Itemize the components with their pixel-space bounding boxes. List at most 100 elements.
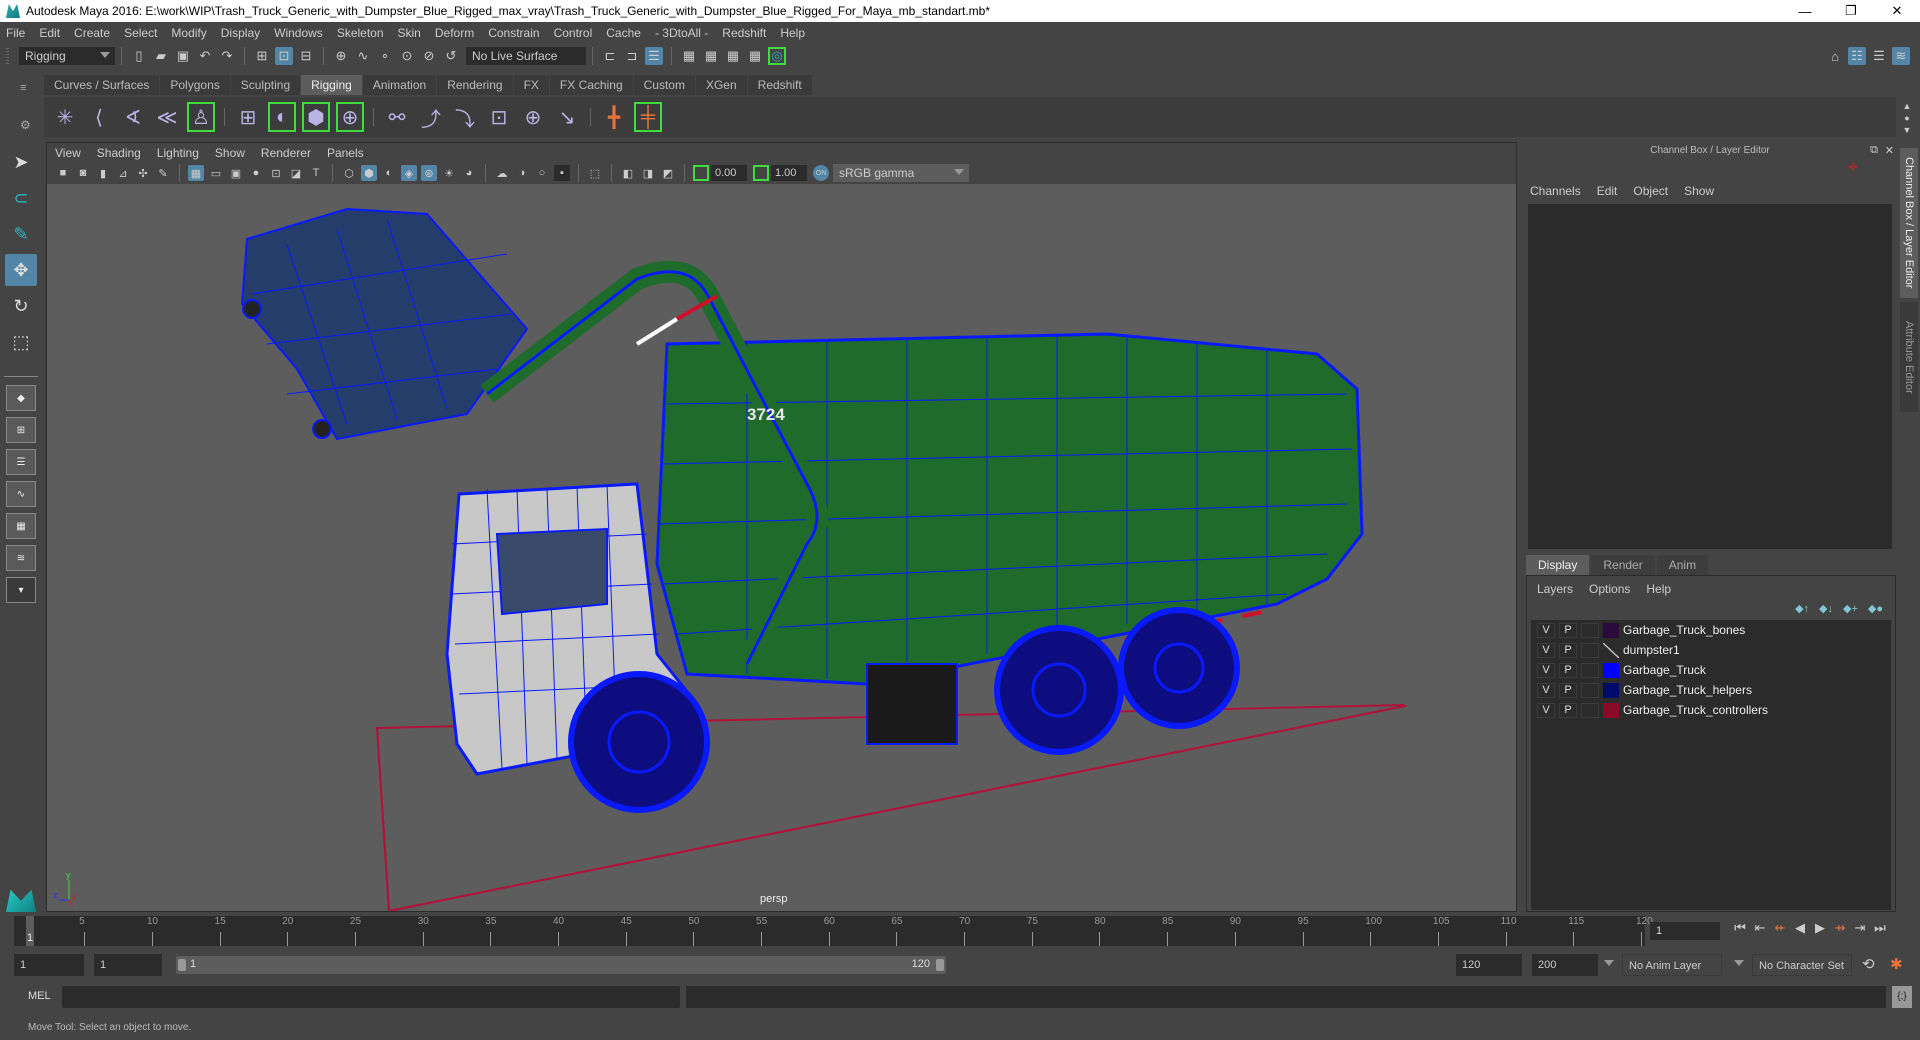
layer-name[interactable]: Garbage_Truck_controllers [1623, 703, 1768, 717]
animation-preferences-icon[interactable]: ✱ [1890, 955, 1903, 973]
layer-row[interactable]: V P Garbage_Truck_helpers [1531, 680, 1891, 700]
shelf-scrollbar[interactable]: ▲ ● ▼ [1900, 100, 1914, 136]
shelf-tab-fx-caching[interactable]: FX Caching [549, 75, 634, 95]
manipulator-icon[interactable]: ✛ [1848, 160, 1858, 174]
anim-layer-dropdown[interactable]: No Anim Layer [1622, 954, 1722, 976]
paint-select-tool-icon[interactable]: ✎ [5, 218, 37, 250]
menu-help[interactable]: Help [780, 26, 805, 40]
channel-menu-edit[interactable]: Edit [1597, 184, 1618, 198]
more-layouts-icon[interactable]: ▾ [6, 577, 36, 603]
playback-toggle[interactable]: P [1559, 682, 1577, 698]
display-type-toggle[interactable] [1581, 642, 1599, 658]
motion-blur-icon[interactable]: ◑ [514, 165, 530, 181]
shelf-tab-animation[interactable]: Animation [362, 75, 438, 95]
menu-redshift[interactable]: Redshift [722, 26, 766, 40]
render-settings-icon[interactable]: ▦ [746, 47, 764, 65]
step-forward-frame-icon[interactable]: ⇸ [1830, 920, 1850, 936]
lattice-icon[interactable]: ⬢ [301, 101, 331, 133]
constraint-locator-icon[interactable]: ╪ [633, 101, 663, 133]
new-empty-layer-icon[interactable]: ◆+ [1843, 602, 1858, 615]
xray-icon[interactable]: ◧ [620, 165, 636, 181]
tool-settings-icon[interactable]: ☰ [1870, 47, 1888, 65]
playback-toggle[interactable]: P [1559, 622, 1577, 638]
layer-color-swatch[interactable] [1603, 682, 1619, 698]
render-current-icon[interactable]: ▦ [702, 47, 720, 65]
step-back-key-icon[interactable]: ⇤ [1750, 920, 1770, 936]
panel-menu-renderer[interactable]: Renderer [261, 146, 311, 160]
persp-graph-layout-icon[interactable]: ∿ [6, 481, 36, 507]
layer-color-swatch[interactable] [1603, 662, 1619, 678]
locator-icon[interactable]: ╋ [599, 101, 629, 133]
maximize-button[interactable]: ❐ [1828, 0, 1874, 22]
layer-color-swatch[interactable] [1603, 622, 1619, 638]
persp-outliner-graph-layout-icon[interactable]: ≋ [6, 545, 36, 571]
move-layer-down-icon[interactable]: ◆↓ [1819, 602, 1833, 615]
start-time-field[interactable]: 1 [14, 954, 84, 976]
snap-view-plane-icon[interactable]: ⊙ [398, 47, 416, 65]
undo-icon[interactable]: ↶ [196, 47, 214, 65]
color-management-toggle-icon[interactable]: ON [813, 165, 829, 181]
wireframe-icon[interactable]: ⬡ [341, 165, 357, 181]
select-component-icon[interactable]: ⊟ [297, 47, 315, 65]
snap-grid-icon[interactable]: ⊕ [332, 47, 350, 65]
exposure-field[interactable]: 0.00 [711, 165, 747, 181]
camera-icon[interactable]: ■ [55, 165, 71, 181]
go-to-end-icon[interactable]: ⏭ [1870, 920, 1890, 936]
single-view-layout-icon[interactable]: ◆ [6, 385, 36, 411]
shelf-settings-icon[interactable]: ⚙ [20, 118, 31, 132]
layer-row[interactable]: V P Garbage_Truck_bones [1531, 620, 1891, 640]
exposure-icon[interactable] [693, 165, 709, 181]
gate-mask-icon[interactable]: ● [248, 165, 264, 181]
pole-vector-icon[interactable]: ↘ [552, 101, 582, 133]
redo-icon[interactable]: ↷ [218, 47, 236, 65]
multisample-aa-icon[interactable]: ○ [534, 165, 550, 181]
panel-menu-view[interactable]: View [55, 146, 81, 160]
scale-tool-icon[interactable]: ⬚ [5, 326, 37, 358]
snap-point-icon[interactable]: ∘ [376, 47, 394, 65]
view-transform-dropdown[interactable]: sRGB gamma [833, 164, 969, 182]
ik-handle-icon[interactable]: ⟨ [84, 101, 114, 133]
layer-row[interactable]: V P Garbage_Truck [1531, 660, 1891, 680]
layer-tab-display[interactable]: Display [1526, 555, 1590, 575]
shelf-tab-redshift[interactable]: Redshift [747, 75, 813, 95]
visibility-toggle[interactable]: V [1537, 662, 1555, 678]
end-time-field[interactable]: 200 [1532, 954, 1598, 976]
ipr-render-icon[interactable]: ▦ [724, 47, 742, 65]
move-tool-icon[interactable]: ✥ [5, 254, 37, 286]
camera-attributes-icon[interactable]: ◙ [75, 165, 91, 181]
shelf-tab-sculpting[interactable]: Sculpting [230, 75, 302, 95]
rotate-tool-icon[interactable]: ↻ [5, 290, 37, 322]
humanik-icon[interactable]: ♙ [186, 101, 216, 133]
step-back-frame-icon[interactable]: ⇷ [1770, 920, 1790, 936]
select-tool-icon[interactable]: ➤ [5, 146, 37, 178]
new-layer-from-selected-icon[interactable]: ◆● [1868, 602, 1883, 615]
layer-row[interactable]: V P dumpster1 [1531, 640, 1891, 660]
playback-start-field[interactable]: 1 [94, 954, 162, 976]
menu-deform[interactable]: Deform [435, 26, 474, 40]
modeling-toolkit-icon[interactable]: ⌂ [1826, 47, 1844, 65]
layer-name[interactable]: dumpster1 [1623, 643, 1680, 657]
panel-menu-shading[interactable]: Shading [97, 146, 141, 160]
menu-edit[interactable]: Edit [39, 26, 60, 40]
channel-menu-show[interactable]: Show [1684, 184, 1714, 198]
script-editor-icon[interactable]: {;} [1892, 986, 1912, 1008]
select-object-icon[interactable]: ⊡ [275, 47, 293, 65]
side-tab-channel-box[interactable]: Channel Box / Layer Editor [1900, 148, 1918, 298]
float-panel-icon[interactable]: ⧉ [1870, 144, 1878, 157]
play-backward-icon[interactable]: ◀ [1790, 920, 1810, 936]
textured-icon[interactable]: ⊛ [421, 165, 437, 181]
shelf-tab-curves-surfaces[interactable]: Curves / Surfaces [44, 75, 161, 95]
ik-spring-icon[interactable]: ≪ [152, 101, 182, 133]
layer-tab-anim[interactable]: Anim [1656, 555, 1709, 575]
menu-select[interactable]: Select [124, 26, 157, 40]
outliner-persp-layout-icon[interactable]: ☰ [6, 449, 36, 475]
snap-live-icon[interactable]: ⊘ [420, 47, 438, 65]
layer-name[interactable]: Garbage_Truck_bones [1623, 623, 1745, 637]
menu-constrain[interactable]: Constrain [488, 26, 539, 40]
shelf-tab-rendering[interactable]: Rendering [437, 75, 514, 95]
select-hierarchy-icon[interactable]: ⊞ [253, 47, 271, 65]
display-type-toggle[interactable] [1581, 662, 1599, 678]
gamma-icon[interactable] [753, 165, 769, 181]
visibility-toggle[interactable]: V [1537, 642, 1555, 658]
layer-color-swatch[interactable] [1603, 702, 1619, 718]
